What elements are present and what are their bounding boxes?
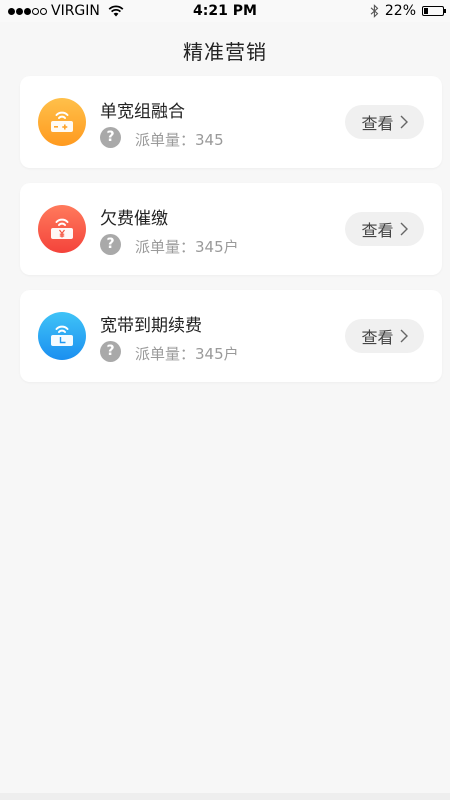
router-clock-icon bbox=[38, 312, 86, 360]
view-button[interactable]: 查看 bbox=[345, 212, 424, 246]
help-icon[interactable]: ? bbox=[100, 234, 121, 255]
order-count: 派单量：345户 bbox=[135, 238, 239, 256]
view-button[interactable]: 查看 bbox=[345, 319, 424, 353]
bottom-divider bbox=[0, 793, 450, 800]
card-broadband-renewal[interactable]: 宽带到期续费 ? 派单量：345户 查看 bbox=[20, 290, 442, 382]
status-bar: VIRGIN 4:21 PM 22% bbox=[0, 0, 450, 22]
card-title: 欠费催缴 bbox=[100, 209, 168, 229]
help-icon[interactable]: ? bbox=[100, 127, 121, 148]
battery-percent: 22% bbox=[384, 3, 416, 19]
battery-icon bbox=[422, 6, 446, 16]
page-title: 精准营销 bbox=[183, 40, 267, 64]
router-plus-icon bbox=[38, 98, 86, 146]
view-button-label: 查看 bbox=[361, 221, 394, 240]
chevron-right-icon bbox=[400, 329, 408, 343]
router-yen-icon bbox=[38, 205, 86, 253]
help-icon[interactable]: ? bbox=[100, 341, 121, 362]
bluetooth-icon bbox=[370, 4, 379, 18]
view-button[interactable]: 查看 bbox=[345, 105, 424, 139]
chevron-right-icon bbox=[400, 115, 408, 129]
chevron-right-icon bbox=[400, 222, 408, 236]
order-count: 派单量：345 bbox=[135, 131, 224, 149]
order-count: 派单量：345户 bbox=[135, 345, 239, 363]
card-title: 宽带到期续费 bbox=[100, 316, 202, 336]
view-button-label: 查看 bbox=[361, 114, 394, 133]
view-button-label: 查看 bbox=[361, 328, 394, 347]
status-right: 22% bbox=[370, 3, 446, 19]
card-title: 单宽组融合 bbox=[100, 102, 185, 122]
card-broadband-bundle[interactable]: 单宽组融合 ? 派单量：345 查看 bbox=[20, 76, 442, 168]
card-arrears-collection[interactable]: 欠费催缴 ? 派单量：345户 查看 bbox=[20, 183, 442, 275]
